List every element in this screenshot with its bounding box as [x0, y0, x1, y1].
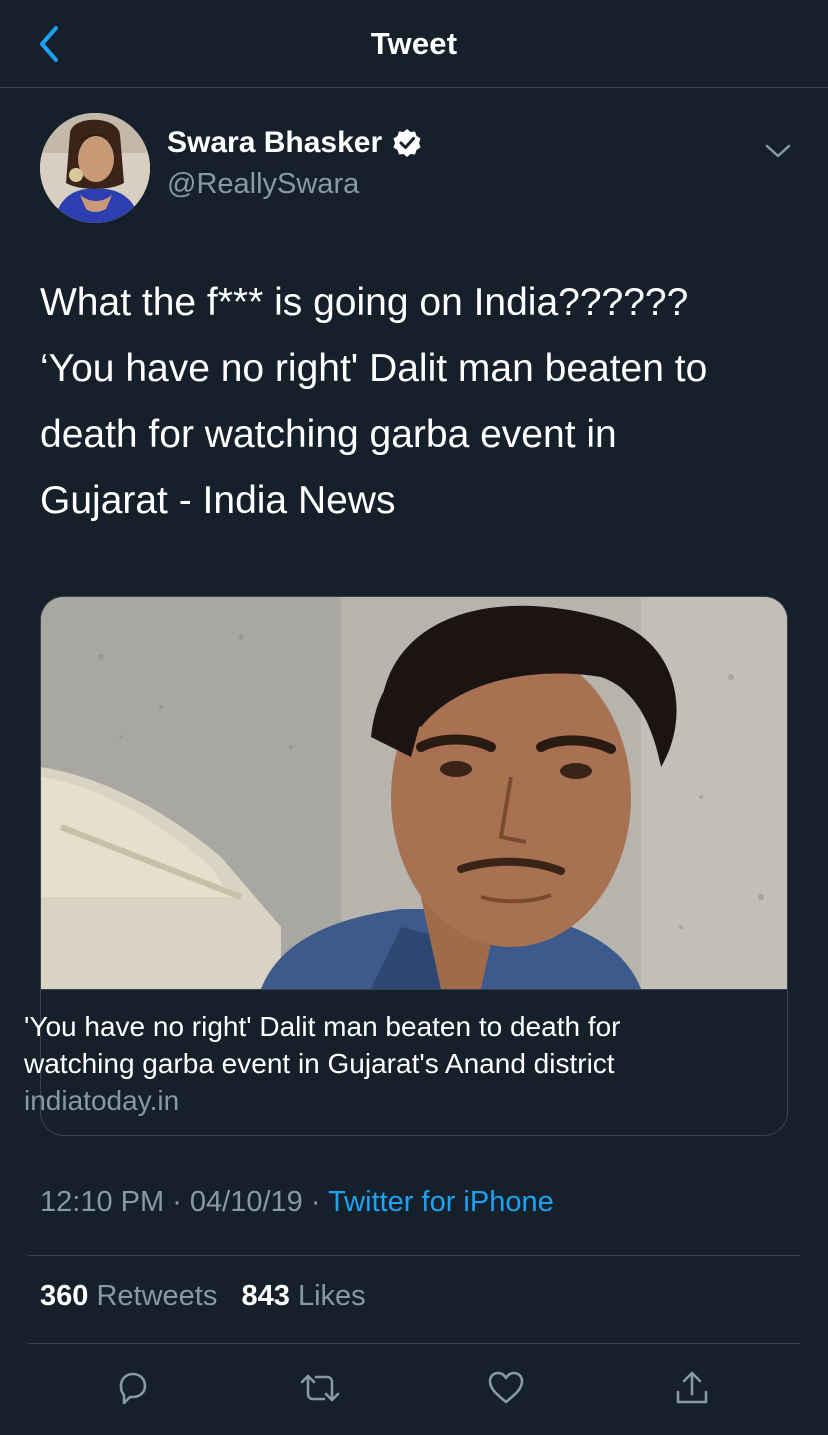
share-icon — [676, 1371, 708, 1404]
likes-count: 843 — [241, 1280, 290, 1312]
link-card-domain: indiatoday.in — [24, 1085, 180, 1116]
chevron-down-icon — [765, 144, 791, 158]
tweet-menu-button[interactable] — [760, 135, 796, 167]
tweet-text-line: death for watching garba event in — [40, 413, 617, 456]
reply-button[interactable] — [105, 1360, 161, 1416]
avatar[interactable] — [40, 113, 150, 223]
reply-icon — [119, 1372, 147, 1405]
link-card-title-line: 'You have no right' Dalit man beaten to … — [24, 1011, 621, 1042]
divider — [28, 1343, 800, 1344]
top-bar: Tweet — [0, 0, 828, 88]
link-card-title[interactable]: 'You have no right' Dalit man beaten to … — [24, 1008, 764, 1082]
page-title: Tweet — [370, 26, 458, 61]
action-bar — [0, 1360, 828, 1420]
meta-separator: · — [164, 1186, 190, 1218]
retweets-count: 360 — [40, 1280, 89, 1312]
avatar-image — [40, 113, 150, 223]
meta-separator: · — [302, 1186, 329, 1218]
tweet-time: 12:10 PM — [40, 1186, 165, 1218]
divider — [28, 1255, 800, 1256]
retweet-button[interactable] — [292, 1360, 348, 1416]
link-card-image — [41, 597, 787, 990]
like-button[interactable] — [478, 1360, 534, 1416]
verified-badge-icon — [393, 129, 421, 157]
tweet-text-line: Gujarat - India News — [40, 479, 396, 522]
retweet-icon — [300, 1374, 340, 1402]
author-name-row[interactable]: Swara Bhasker — [167, 126, 422, 160]
tweet-text-line: ‘You have no right' Dalit man beaten to — [40, 347, 708, 390]
like-icon — [488, 1371, 524, 1404]
tweet-text-line: What the f*** is going on India?????? — [40, 281, 689, 324]
share-button[interactable] — [664, 1360, 720, 1416]
tweet-date: 04/10/19 — [189, 1186, 303, 1218]
tweet-text: What the f*** is going on India?????? ‘Y… — [40, 270, 800, 534]
likes-stat[interactable]: 843 Likes — [242, 1280, 366, 1312]
author-handle[interactable]: @ReallySwara — [167, 168, 359, 201]
author-name[interactable]: Swara Bhasker — [167, 126, 382, 160]
tweet-stats: 360 Retweets 843 Likes — [40, 1280, 366, 1313]
tweet-source-link[interactable]: Twitter for iPhone — [328, 1186, 554, 1218]
link-card-title-line: watching garba event in Gujarat's Anand … — [24, 1048, 615, 1079]
tweet-meta: 12:10 PM · 04/10/19 · Twitter for iPhone — [40, 1186, 554, 1219]
retweets-label: Retweets — [96, 1280, 218, 1312]
retweets-stat[interactable]: 360 Retweets — [40, 1280, 217, 1312]
likes-label: Likes — [297, 1280, 366, 1312]
